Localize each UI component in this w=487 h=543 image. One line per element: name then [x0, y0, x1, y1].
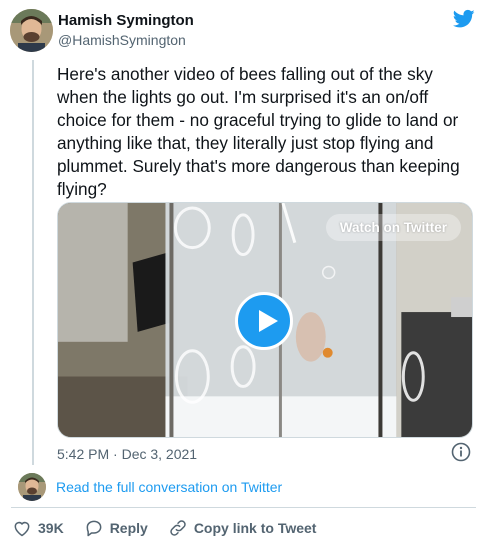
like-count: 39K: [38, 520, 64, 536]
viewer-avatar: [18, 473, 46, 501]
author-avatar[interactable]: [10, 9, 53, 52]
read-conversation-link[interactable]: Read the full conversation on Twitter: [56, 479, 282, 495]
reply-label: Reply: [109, 520, 148, 536]
twitter-bird-icon[interactable]: [453, 9, 475, 29]
thread-line: [32, 60, 34, 465]
tweet-timestamp[interactable]: 5:42 PM · Dec 3, 2021: [57, 446, 197, 462]
video-player[interactable]: Watch on Twitter: [57, 202, 473, 438]
play-icon[interactable]: [235, 292, 293, 350]
author-name[interactable]: Hamish Symington: [58, 12, 194, 29]
link-icon: [170, 520, 186, 536]
tweet-text: Here's another video of bees falling out…: [57, 64, 460, 199]
reply-button[interactable]: Reply: [84, 518, 148, 538]
like-button[interactable]: 39K: [12, 518, 64, 538]
watch-on-twitter-button[interactable]: Watch on Twitter: [325, 214, 461, 241]
reply-icon: [86, 520, 102, 537]
heart-icon: [14, 521, 30, 537]
action-bar: 39K Reply Copy link to Tweet: [12, 515, 336, 541]
copy-link-button[interactable]: Copy link to Tweet: [168, 518, 317, 538]
author-handle[interactable]: @HamishSymington: [58, 32, 186, 48]
divider: [11, 507, 476, 508]
info-icon[interactable]: [451, 442, 471, 462]
copy-link-label: Copy link to Tweet: [193, 520, 317, 536]
